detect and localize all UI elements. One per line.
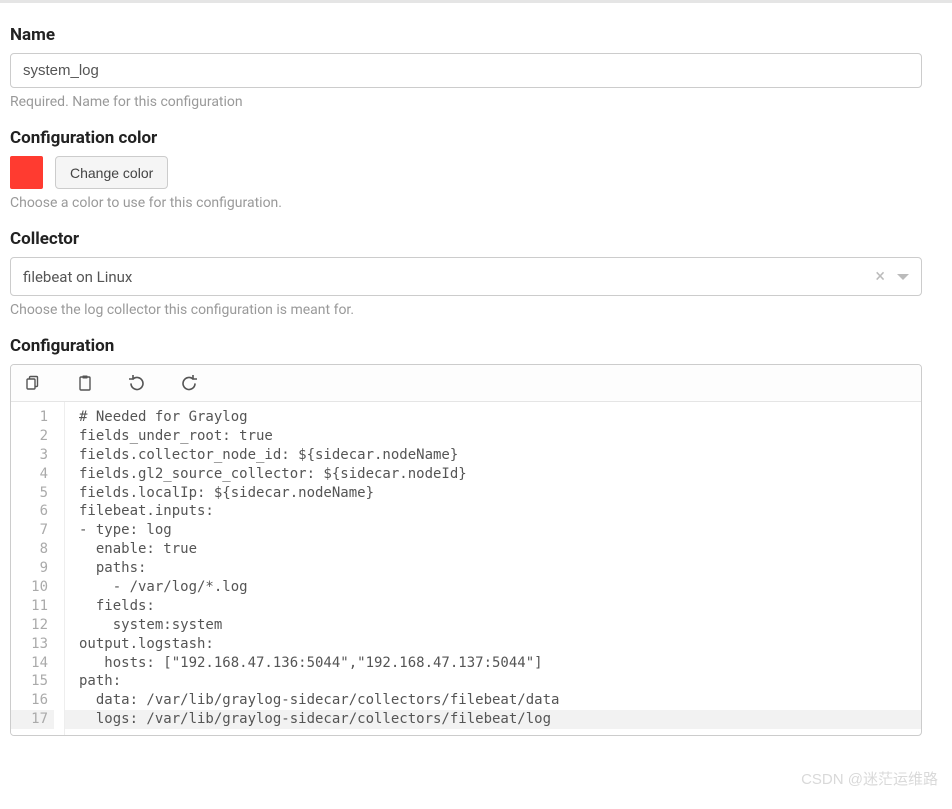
name-group: Name Required. Name for this configurati… [10, 25, 922, 110]
line-number: 2 [11, 427, 54, 446]
code-line[interactable]: fields.gl2_source_collector: ${sidecar.n… [65, 465, 921, 484]
code-line[interactable]: logs: /var/lib/graylog-sidecar/collector… [65, 710, 921, 729]
line-number: 9 [11, 559, 54, 578]
watermark: CSDN @迷茫运维路 [801, 768, 938, 789]
line-number: 4 [11, 465, 54, 484]
name-label: Name [10, 25, 922, 45]
line-number: 3 [11, 446, 54, 465]
code-lines[interactable]: # Needed for Graylogfields_under_root: t… [65, 402, 921, 735]
code-line[interactable]: path: [65, 672, 921, 691]
line-number: 5 [11, 484, 54, 503]
code-line[interactable]: filebeat.inputs: [65, 502, 921, 521]
collector-help: Choose the log collector this configurat… [10, 302, 922, 318]
code-line[interactable]: - /var/log/*.log [65, 578, 921, 597]
name-help: Required. Name for this configuration [10, 94, 922, 110]
code-area[interactable]: 1234567891011121314151617 # Needed for G… [11, 402, 921, 735]
name-input[interactable] [10, 53, 922, 88]
line-number: 8 [11, 540, 54, 559]
color-group: Configuration color Change color Choose … [10, 128, 922, 211]
line-number: 16 [11, 691, 54, 710]
code-line[interactable]: output.logstash: [65, 635, 921, 654]
code-line[interactable]: enable: true [65, 540, 921, 559]
color-label: Configuration color [10, 128, 922, 148]
copy-icon[interactable] [25, 375, 41, 391]
code-line[interactable]: - type: log [65, 521, 921, 540]
line-gutter: 1234567891011121314151617 [11, 402, 65, 735]
line-number: 1 [11, 408, 54, 427]
line-number: 7 [11, 521, 54, 540]
code-line[interactable]: fields: [65, 597, 921, 616]
paste-icon[interactable] [77, 375, 93, 391]
editor-toolbar [11, 365, 921, 402]
line-number: 14 [11, 654, 54, 673]
code-editor: 1234567891011121314151617 # Needed for G… [10, 364, 922, 736]
code-line[interactable]: system:system [65, 616, 921, 635]
line-number: 13 [11, 635, 54, 654]
line-number: 10 [11, 578, 54, 597]
line-number: 12 [11, 616, 54, 635]
line-number: 15 [11, 672, 54, 691]
collector-select[interactable]: filebeat on Linux × [10, 257, 922, 296]
clear-icon[interactable]: × [869, 266, 891, 287]
code-line[interactable]: paths: [65, 559, 921, 578]
color-help: Choose a color to use for this configura… [10, 195, 922, 211]
configuration-label: Configuration [10, 336, 922, 356]
config-form: Name Required. Name for this configurati… [0, 3, 932, 766]
code-line[interactable]: # Needed for Graylog [65, 408, 921, 427]
code-line[interactable]: fields.localIp: ${sidecar.nodeName} [65, 484, 921, 503]
line-number: 11 [11, 597, 54, 616]
collector-label: Collector [10, 229, 922, 249]
code-line[interactable]: data: /var/lib/graylog-sidecar/collector… [65, 691, 921, 710]
code-line[interactable]: hosts: ["192.168.47.136:5044","192.168.4… [65, 654, 921, 673]
color-swatch[interactable] [10, 156, 43, 189]
collector-group: Collector filebeat on Linux × Choose the… [10, 229, 922, 318]
chevron-down-icon[interactable] [897, 274, 909, 280]
configuration-group: Configuration [10, 336, 922, 736]
change-color-button[interactable]: Change color [55, 156, 168, 189]
code-line[interactable]: fields_under_root: true [65, 427, 921, 446]
collector-value: filebeat on Linux [23, 268, 869, 286]
line-number: 6 [11, 502, 54, 521]
line-number: 17 [11, 710, 54, 729]
redo-icon[interactable] [181, 375, 197, 391]
code-line[interactable]: fields.collector_node_id: ${sidecar.node… [65, 446, 921, 465]
undo-icon[interactable] [129, 375, 145, 391]
